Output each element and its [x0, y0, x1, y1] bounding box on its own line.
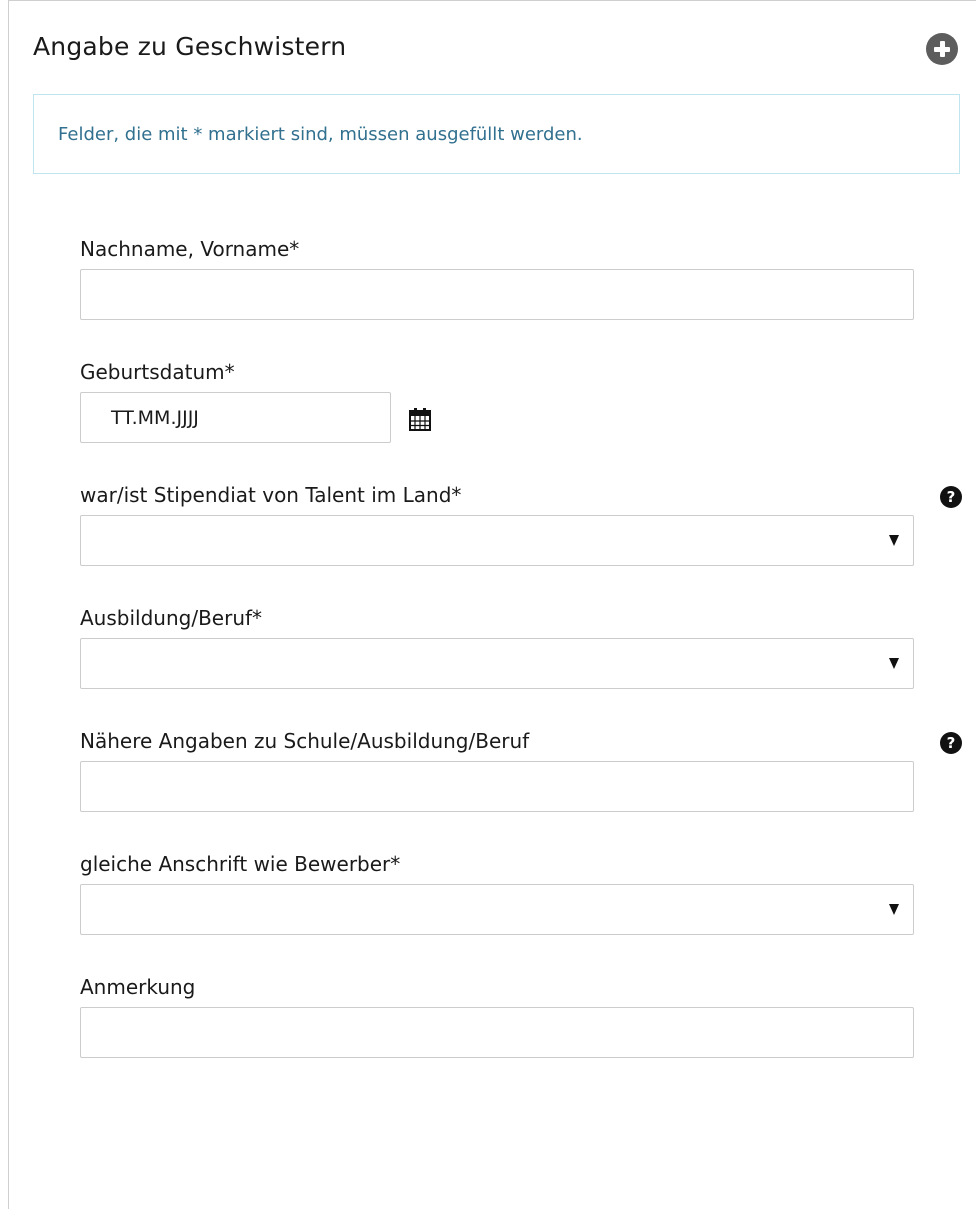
question-circle-icon[interactable]: ?: [940, 486, 962, 508]
question-circle-icon[interactable]: ?: [940, 732, 962, 754]
birthdate-input-value: TT.MM.JJJJ: [111, 407, 199, 429]
details-input[interactable]: [80, 761, 914, 812]
chevron-down-icon: [889, 904, 899, 915]
occupation-select[interactable]: [80, 638, 914, 689]
scholar-select[interactable]: [80, 515, 914, 566]
details-label: Nähere Angaben zu Schule/Ausbildung/Beru…: [80, 729, 530, 753]
plus-circle-icon[interactable]: [926, 33, 958, 65]
chevron-down-icon: [889, 535, 899, 546]
birthdate-input[interactable]: TT.MM.JJJJ: [80, 392, 391, 443]
remark-label: Anmerkung: [80, 975, 196, 999]
remark-input[interactable]: [80, 1007, 914, 1058]
same-address-label: gleiche Anschrift wie Bewerber*: [80, 852, 401, 876]
chevron-down-icon: [889, 658, 899, 669]
info-alert: Felder, die mit * markiert sind, müssen …: [33, 94, 960, 174]
occupation-label: Ausbildung/Beruf*: [80, 606, 263, 630]
info-text: Felder, die mit * markiert sind, müssen …: [58, 124, 583, 145]
name-input[interactable]: [80, 269, 914, 320]
name-label: Nachname, Vorname*: [80, 237, 300, 261]
birthdate-label: Geburtsdatum*: [80, 360, 235, 384]
panel-title: Angabe zu Geschwistern: [33, 32, 347, 61]
scholar-label: war/ist Stipendiat von Talent im Land*: [80, 483, 462, 507]
calendar-icon[interactable]: [409, 407, 431, 431]
same-address-select[interactable]: [80, 884, 914, 935]
